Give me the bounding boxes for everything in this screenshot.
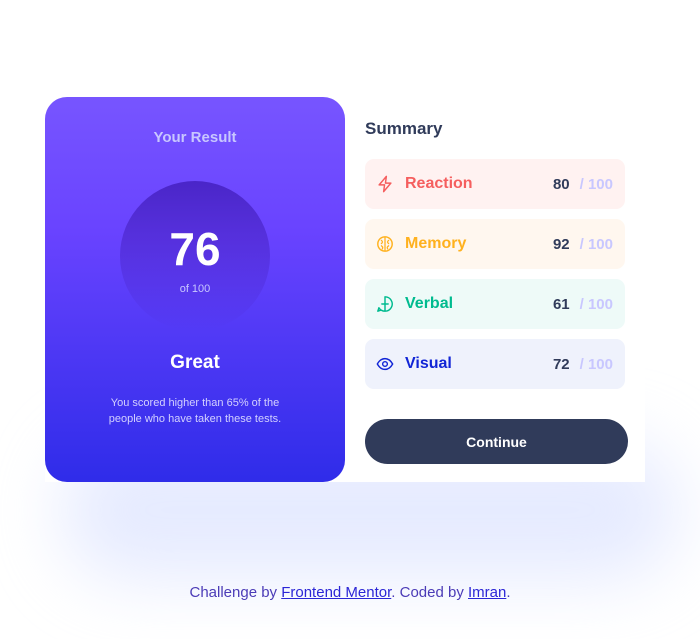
attribution-prefix: Challenge by (189, 584, 282, 601)
summary-item-max: / 100 (579, 235, 613, 253)
summary-item-score: 72 (552, 355, 570, 373)
result-title: Your Result (153, 129, 237, 146)
summary-item-memory: Memory 92 / 100 (365, 219, 625, 269)
summary-title: Summary (365, 119, 443, 138)
summary-item-max: / 100 (579, 175, 613, 193)
summary-item-max: / 100 (579, 295, 613, 313)
chat-bubble-icon (376, 295, 394, 313)
attribution-middle: . Coded by (391, 584, 468, 601)
results-summary-card: Your Result 76 of 100 Great You scored h… (45, 97, 645, 482)
summary-item-score: 80 (552, 175, 570, 193)
eye-icon (376, 355, 394, 373)
summary-item-label: Memory (405, 235, 467, 252)
score-value: 76 (169, 223, 221, 275)
summary-item-reaction: Reaction 80 / 100 (365, 159, 625, 209)
score-circle: 76 of 100 (120, 181, 270, 331)
grade-label: Great (170, 352, 220, 373)
lightning-icon (376, 175, 394, 193)
summary-item-verbal: Verbal 61 / 100 (365, 279, 625, 329)
attribution: Challenge by Frontend Mentor. Coded by I… (0, 584, 700, 601)
summary-item-score: 92 (552, 235, 570, 253)
score-of-label: of 100 (179, 283, 211, 295)
summary-item-max: / 100 (579, 355, 613, 373)
summary-item-label: Reaction (405, 175, 473, 192)
summary-panel: Summary Reaction 80 / 100 Memory 92 / 10… (345, 97, 645, 482)
summary-item-visual: Visual 72 / 100 (365, 339, 625, 389)
author-link[interactable]: Imran (468, 584, 506, 601)
brain-icon (376, 235, 394, 253)
result-panel: Your Result 76 of 100 Great You scored h… (45, 97, 345, 482)
summary-item-label: Verbal (405, 295, 454, 312)
summary-item-score: 61 (552, 295, 570, 313)
result-description: You scored higher than 65% of the people… (108, 397, 282, 425)
frontend-mentor-link[interactable]: Frontend Mentor (281, 584, 391, 601)
attribution-suffix: . (506, 584, 511, 601)
continue-button[interactable]: Continue (365, 419, 628, 464)
summary-item-label: Visual (405, 355, 452, 372)
